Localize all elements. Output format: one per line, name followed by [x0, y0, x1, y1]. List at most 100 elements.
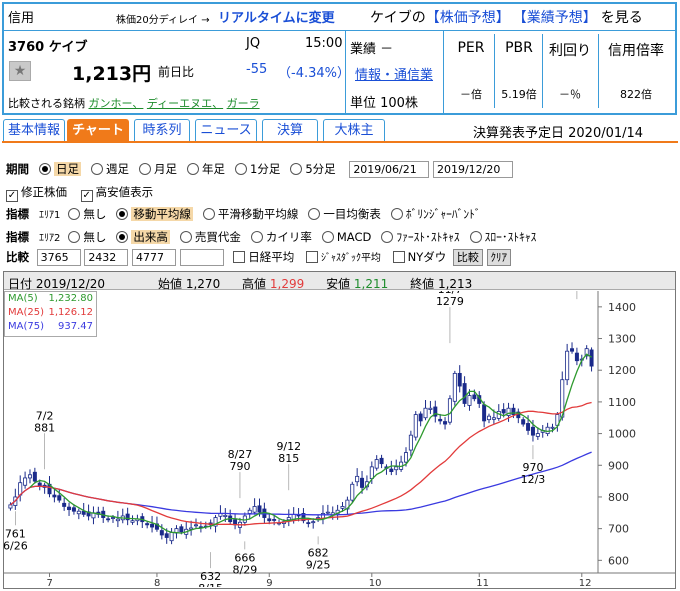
- ind1-radio-3[interactable]: [308, 208, 321, 220]
- favorite-star-icon[interactable]: ★: [9, 61, 31, 81]
- ind1-radio-1[interactable]: [116, 208, 129, 220]
- compare-code-4[interactable]: [179, 249, 224, 266]
- indicator1-row: 指標 ｴﾘｱ1 無し 移動平均線 平滑移動平均線 一目均衡表 ﾎﾞﾘﾝｼﾞｬｰﾊﾞﾝﾄﾞ: [6, 206, 491, 222]
- candle-body: [32, 471, 37, 482]
- tab-4[interactable]: 決算: [262, 119, 318, 141]
- tab-3[interactable]: ニュース: [195, 119, 257, 141]
- period-label: 期間: [6, 162, 29, 176]
- nydow-checkbox[interactable]: [392, 251, 405, 263]
- realtime-link[interactable]: リアルタイムに変更: [218, 7, 335, 26]
- low-label: 安値: [326, 277, 351, 291]
- sector-link[interactable]: 情報・通信業: [355, 64, 433, 83]
- candle-body: [457, 372, 462, 387]
- tab-5[interactable]: 大株主: [323, 119, 385, 141]
- annotation-value: 6/26: [4, 539, 28, 552]
- date-to-input[interactable]: 2019/12/20: [432, 161, 513, 178]
- annotation-value: 9/25: [306, 558, 331, 571]
- candle-body: [389, 468, 394, 473]
- ind2-radio-6[interactable]: [469, 231, 482, 243]
- compare-code-1[interactable]: 3765: [36, 249, 81, 266]
- candle-body: [194, 524, 199, 527]
- ind2-radio-1[interactable]: [116, 231, 129, 243]
- candle-body: [37, 482, 42, 487]
- period-radio-5[interactable]: [290, 163, 303, 175]
- ind1-radio-0[interactable]: [68, 208, 81, 220]
- candle-body: [408, 434, 413, 451]
- metric-value-3: 822倍: [620, 88, 652, 101]
- compare-button[interactable]: 比較: [452, 249, 483, 266]
- adjusted-checkbox[interactable]: ✓: [6, 190, 18, 202]
- tab-1[interactable]: チャート: [67, 119, 129, 141]
- divider: [345, 30, 346, 115]
- tab-0[interactable]: 基本情報: [3, 119, 65, 141]
- candle-body: [452, 372, 457, 402]
- ind2-radio-2[interactable]: [179, 231, 192, 243]
- ind1-radio-2[interactable]: [202, 208, 215, 220]
- candle-body: [423, 407, 428, 419]
- period-option-1: 週足: [106, 162, 129, 176]
- ind2-radio-3[interactable]: [250, 231, 263, 243]
- candle-body: [550, 426, 555, 429]
- ind2-option-0: 無し: [83, 230, 107, 244]
- stock-forecast-link[interactable]: 【株価予想】: [426, 10, 510, 26]
- candle-body: [438, 418, 443, 422]
- metric-label-1: PBR: [505, 40, 533, 56]
- ind1-radio-4[interactable]: [390, 208, 403, 220]
- annotation-value: 815: [278, 452, 299, 465]
- price-change: -55: [246, 62, 268, 77]
- earnings-forecast-link[interactable]: 【業績予想】: [520, 10, 597, 26]
- candle-body: [545, 426, 550, 434]
- tab-2[interactable]: 時系列: [134, 119, 190, 141]
- ind2-radio-5[interactable]: [381, 231, 394, 243]
- jasdaq-checkbox[interactable]: [305, 251, 318, 263]
- period-option-0: 日足: [54, 162, 81, 176]
- highlow-checkbox[interactable]: ✓: [80, 190, 93, 202]
- high-label: 高値: [242, 277, 267, 291]
- low-value: 1,211: [353, 277, 389, 291]
- period-radio-2[interactable]: [139, 163, 151, 175]
- clear-button[interactable]: ｸﾘｱ: [486, 249, 512, 266]
- compare-link-dena[interactable]: ディーエヌエ、: [147, 97, 223, 110]
- date-from-input[interactable]: 2019/06/21: [349, 161, 430, 178]
- candle-body: [565, 350, 570, 381]
- candle-body: [145, 523, 150, 526]
- ind2-radio-0[interactable]: [68, 231, 81, 243]
- candle-body: [252, 506, 257, 513]
- candle-body: [462, 383, 467, 404]
- period-option-3: 年足: [202, 162, 225, 176]
- compare-label: 比較される銘柄: [8, 97, 85, 110]
- candle-body: [447, 398, 452, 423]
- candle-body: [472, 394, 477, 400]
- period-radio-1[interactable]: [91, 163, 103, 175]
- open-label: 始値: [158, 277, 183, 291]
- period-radio-0[interactable]: [39, 163, 51, 175]
- candle-body: [589, 349, 594, 367]
- period-radio-4[interactable]: [235, 163, 247, 175]
- ohlc-values: 始値 1,270 高値 1,299 安値 1,211 終値 1,213: [158, 275, 472, 292]
- open-value: 1,270: [185, 277, 221, 291]
- period-radio-3[interactable]: [187, 163, 199, 175]
- candle-body: [311, 521, 316, 524]
- x-tick-label: 8: [154, 578, 160, 587]
- candle-body: [150, 523, 155, 528]
- candle-body: [418, 413, 423, 422]
- x-tick-label: 7: [47, 578, 53, 587]
- candle-body: [428, 407, 433, 410]
- delay-note: 株価20分ディレイ →: [116, 15, 210, 26]
- ma5-line: [29, 353, 592, 534]
- candle-body: [521, 419, 526, 425]
- candle-body: [482, 404, 487, 422]
- compare-link-garha[interactable]: ガーラ: [227, 97, 260, 110]
- candle-body: [574, 352, 579, 362]
- stock-code-name: 3760 ケイブ: [8, 40, 88, 55]
- compare-code-2[interactable]: 2432: [84, 249, 129, 266]
- ind1-option-1: 移動平均線: [131, 207, 193, 221]
- price-change-pct: （-4.34%）: [278, 66, 350, 81]
- nikkei-checkbox[interactable]: [233, 251, 246, 263]
- period-row: 期間 日足 週足 月足 年足 1分足 5分足 2019/06/21 2019/12/20: [6, 161, 513, 178]
- compare-link-gungho[interactable]: ガンホー、: [89, 97, 144, 110]
- ind2-radio-4[interactable]: [321, 231, 334, 243]
- candle-body: [115, 518, 120, 522]
- candle-body: [8, 504, 13, 509]
- compare-code-3[interactable]: 4777: [131, 249, 176, 266]
